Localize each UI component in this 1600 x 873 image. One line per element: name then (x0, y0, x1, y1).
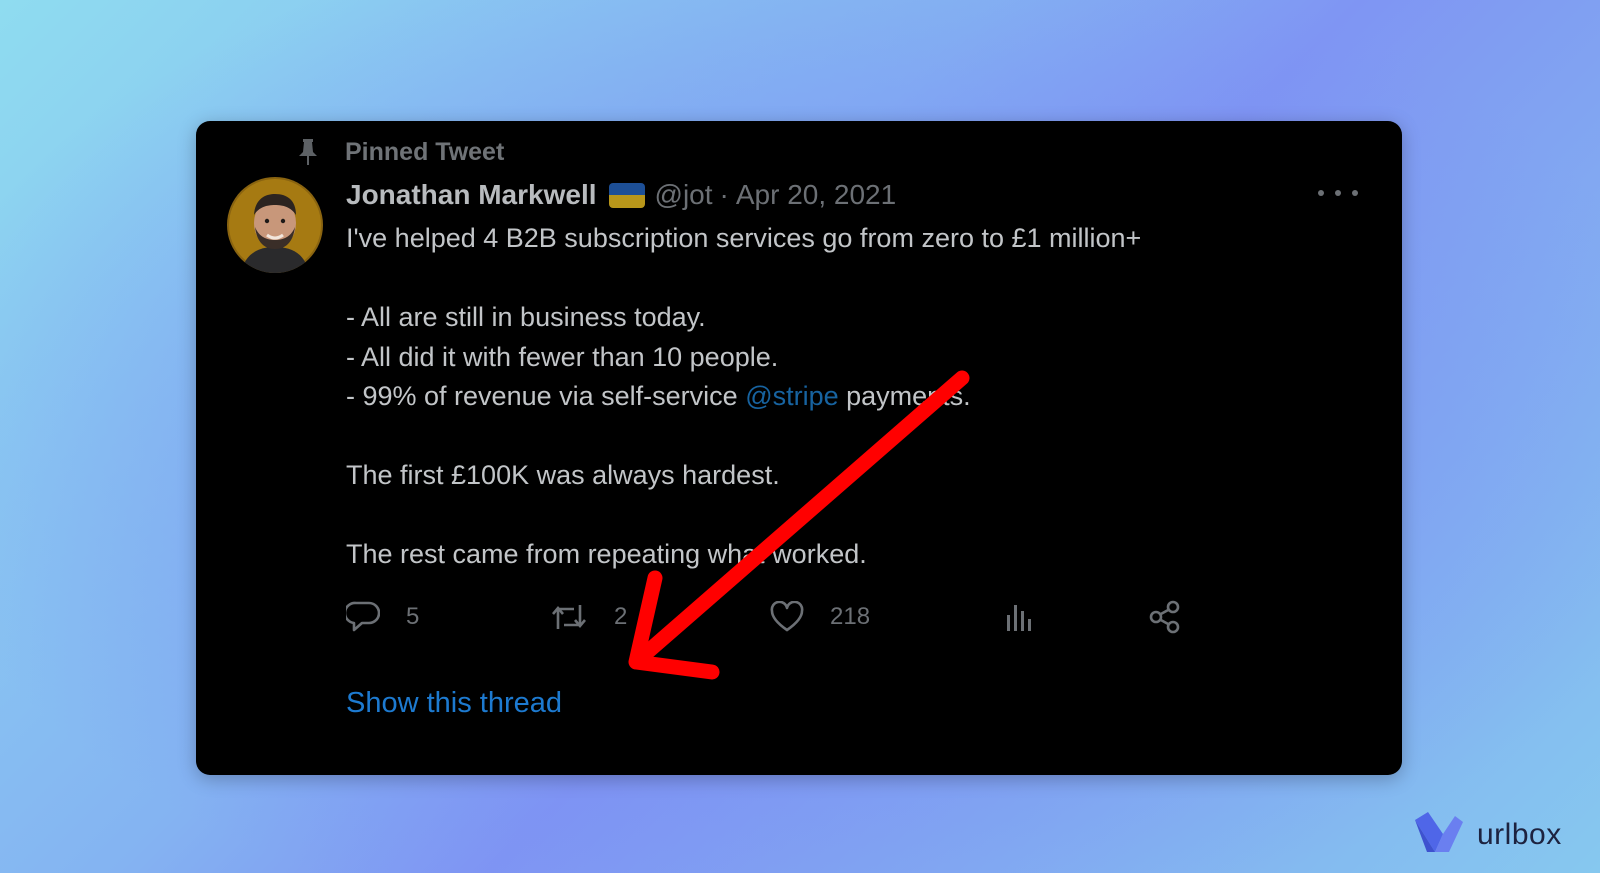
urlbox-wordmark: urlbox (1477, 818, 1562, 851)
tweet-line (346, 417, 1346, 457)
share-button[interactable] (1148, 595, 1182, 639)
urlbox-logo-icon (1413, 810, 1465, 861)
reply-button[interactable]: 5 (346, 595, 419, 639)
views-button[interactable] (1004, 595, 1034, 639)
tweet-line-revenue: - 99% of revenue via self-service @strip… (346, 377, 1346, 417)
reply-icon (346, 601, 380, 633)
ukraine-flag-icon (608, 182, 645, 208)
tweet-line-text: - 99% of revenue via self-service (346, 381, 746, 411)
tweet-line (346, 259, 1346, 299)
tweet-date[interactable]: Apr 20, 2021 (736, 179, 896, 211)
tweet-line (346, 496, 1346, 536)
like-button[interactable]: 218 (770, 595, 870, 639)
show-thread-link[interactable]: Show this thread (346, 687, 562, 720)
tweet-actions: 5 2 218 (196, 595, 1402, 639)
pinned-indicator: Pinned Tweet (296, 137, 504, 167)
retweet-button[interactable]: 2 (550, 595, 627, 639)
author-handle[interactable]: @jot (655, 179, 713, 211)
tweet-line-text: payments. (838, 381, 971, 411)
pinned-label: Pinned Tweet (345, 137, 505, 166)
tweet-line: I've helped 4 B2B subscription services … (346, 223, 1142, 253)
tweet-line: - All are still in business today. (346, 302, 706, 332)
header-separator: · (719, 179, 729, 210)
tweet-line: - All did it with fewer than 10 people. (346, 341, 779, 372)
views-icon (1004, 601, 1034, 633)
tweet-text: I've helped 4 B2B subscription services … (346, 219, 1346, 575)
more-icon[interactable] (1318, 181, 1358, 205)
retweet-count: 2 (614, 603, 628, 630)
tweet-header: Jonathan Markwell @jot · Apr 20, 2021 (346, 175, 896, 215)
pin-icon (296, 137, 320, 167)
author-name[interactable]: Jonathan Markwell (346, 179, 597, 211)
reply-count: 5 (406, 603, 420, 630)
mention-link[interactable]: @stripe (745, 381, 838, 411)
tweet-card[interactable]: Pinned Tweet Jonathan Markwell @jot · Ap… (196, 121, 1402, 775)
avatar[interactable] (227, 177, 323, 273)
like-icon (770, 601, 804, 633)
share-icon (1148, 600, 1182, 634)
tweet-line: The rest came from repeating what worked… (346, 539, 867, 569)
tweet-line: The first £100K was always hardest. (346, 460, 780, 490)
like-count: 218 (830, 603, 871, 630)
urlbox-branding: urlbox (1413, 810, 1562, 861)
retweet-icon (550, 601, 588, 633)
